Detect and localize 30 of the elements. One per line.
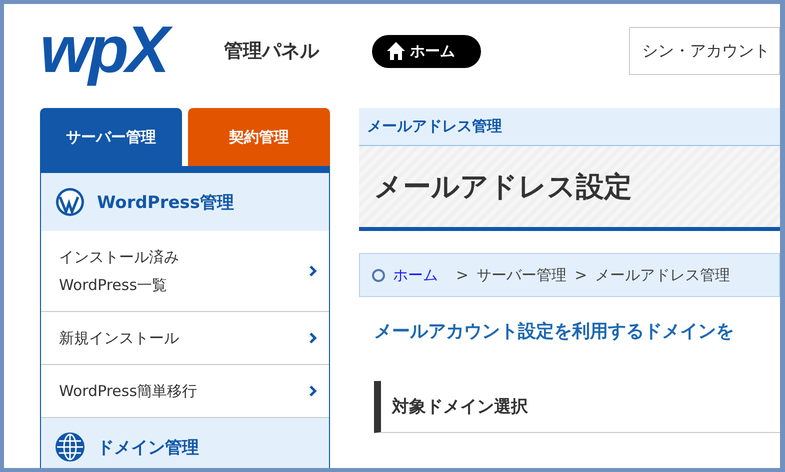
circle-icon	[372, 268, 385, 282]
separator-icon: >	[456, 266, 469, 284]
separator-icon: >	[574, 266, 588, 284]
page-title: メールアドレス設定	[359, 146, 780, 231]
section-header[interactable]: WordPress管理	[41, 173, 329, 231]
section-title: WordPress管理	[97, 192, 234, 214]
sidebar-tab[interactable]: サーバー管理	[40, 108, 182, 166]
breadcrumb-item: サーバー管理	[476, 266, 567, 284]
menu-item-label: 新規インストール	[59, 328, 179, 349]
section-heading: 対象ドメイン選択	[374, 381, 780, 433]
instruction-text: メールアカウント設定を利用するドメインを	[374, 320, 735, 343]
home-button[interactable]: ホーム	[372, 34, 481, 68]
section-title: ドメイン管理	[97, 436, 199, 458]
menu-item-label: インストール済み WordPress一覧	[59, 247, 179, 296]
panel-title: 管理パネル	[224, 39, 320, 64]
category-label: メールアドレス管理	[359, 108, 780, 146]
chevron-icon	[309, 332, 317, 344]
menu-item[interactable]: インストール済み WordPress一覧	[41, 231, 329, 312]
chevron-icon	[309, 385, 317, 397]
section-header[interactable]: ドメイン管理	[41, 418, 329, 468]
globe-icon	[55, 432, 85, 462]
breadcrumb-link[interactable]: ホーム	[393, 266, 438, 284]
sidebar-tab[interactable]: 契約管理	[188, 108, 330, 166]
wordpress-icon	[55, 187, 85, 217]
menu-item[interactable]: 新規インストール	[41, 312, 329, 365]
account-field[interactable]: シン・アカウント	[629, 27, 780, 75]
home-icon	[386, 41, 406, 61]
menu-item-label: WordPress簡単移行	[59, 381, 198, 402]
chevron-icon	[309, 265, 317, 277]
breadcrumb-item: メールアドレス管理	[595, 266, 730, 284]
